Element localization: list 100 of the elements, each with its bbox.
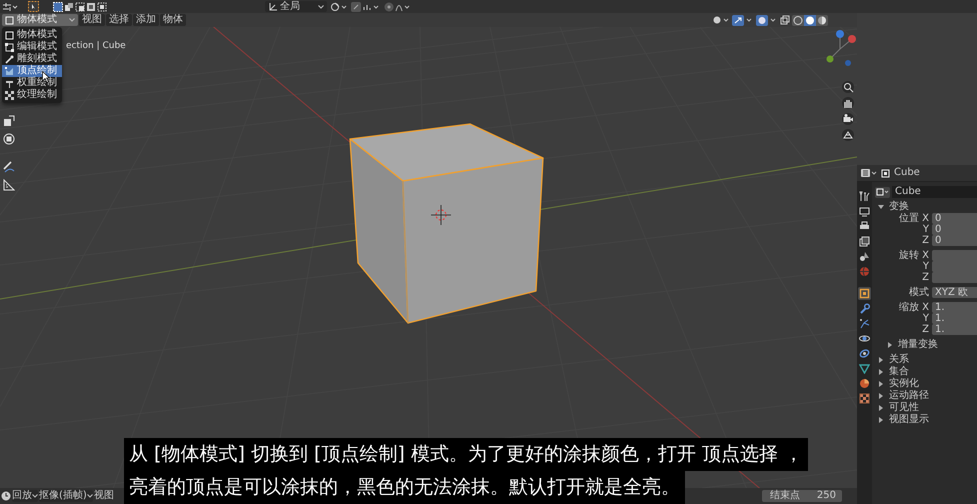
shading-modes-icon[interactable]	[792, 14, 828, 26]
mode-menu-item[interactable]: 编辑模式	[2, 41, 62, 53]
properties-tab[interactable]	[858, 317, 871, 330]
property-label: Y	[922, 224, 930, 235]
triangle-icon	[859, 363, 870, 374]
measure-tool-icon[interactable]	[3, 179, 15, 191]
disclosure-triangle-icon[interactable]	[887, 342, 893, 348]
transform-tool-icon[interactable]	[3, 133, 15, 145]
select-tool-icon[interactable]	[28, 1, 39, 12]
visibility-icon[interactable]	[712, 14, 730, 26]
mode-menu-item[interactable]: 顶点绘制	[2, 65, 62, 77]
caret-icon	[69, 18, 75, 22]
disclosure-triangle-icon[interactable]	[878, 393, 884, 399]
property-label: 位置 X	[898, 213, 930, 224]
panel-header[interactable]: 视图显示	[875, 414, 977, 426]
orientation-dropdown[interactable]: 全局	[265, 1, 327, 12]
property-field[interactable]: 0	[932, 235, 977, 246]
proportional-edit-icon[interactable]	[384, 2, 412, 12]
header-menu-item[interactable]: 添加	[133, 14, 159, 26]
property-field[interactable]: 1.	[932, 324, 977, 335]
property-field[interactable]: 0	[932, 224, 977, 235]
globe-icon	[859, 266, 870, 277]
mode-dropdown[interactable]: 物体模式	[2, 14, 78, 26]
select-subtract-icon[interactable]	[75, 2, 85, 12]
property-field[interactable]: 1.	[932, 313, 977, 324]
image-stack-icon	[859, 236, 870, 247]
object-data-icon[interactable]	[875, 186, 890, 198]
rings-icon	[859, 348, 870, 359]
panel-header[interactable]: 集合	[875, 366, 977, 378]
disclosure-triangle-icon[interactable]	[878, 417, 884, 423]
property-field[interactable]: 0	[932, 213, 977, 224]
particles-icon	[859, 318, 870, 329]
clock-icon[interactable]	[1, 491, 11, 501]
mode-menu-item[interactable]: 物体模式	[2, 29, 62, 41]
properties-tab[interactable]	[858, 392, 871, 405]
panel-header[interactable]: 变换	[875, 201, 977, 213]
pivot-icon[interactable]	[330, 2, 348, 12]
select-invert-icon[interactable]	[86, 2, 96, 12]
snap-icon[interactable]	[351, 2, 381, 12]
editor-type-icon[interactable]	[2, 2, 18, 12]
axes-icon	[268, 2, 278, 12]
property-field[interactable]	[932, 250, 977, 261]
header-menu-item[interactable]: 物体	[160, 14, 186, 26]
shapes-icon	[859, 251, 870, 262]
select-extend-icon[interactable]	[64, 2, 74, 12]
header-menu-item[interactable]: 选择	[106, 14, 132, 26]
disclosure-triangle-icon[interactable]	[878, 369, 884, 375]
timeline-menu[interactable]: 回放	[12, 490, 38, 502]
scale-tool-icon[interactable]	[3, 115, 15, 127]
select-intersect-icon[interactable]	[97, 2, 107, 12]
disclosure-triangle-icon[interactable]	[878, 357, 884, 363]
disclosure-triangle-icon[interactable]	[878, 405, 884, 411]
checker-icon	[5, 90, 14, 100]
object-name-text: Cube	[894, 167, 920, 179]
zoom-icon[interactable]	[842, 81, 854, 93]
properties-tab[interactable]	[858, 287, 871, 300]
properties-tab[interactable]	[858, 362, 871, 375]
camera-icon[interactable]	[842, 113, 854, 125]
gizmo-toggle-icon[interactable]	[732, 14, 754, 26]
properties-tab[interactable]	[858, 377, 871, 390]
property-field[interactable]	[932, 272, 977, 283]
brush-icon	[5, 54, 14, 64]
select-new-icon[interactable]	[53, 2, 63, 12]
xray-icon[interactable]	[780, 15, 790, 25]
disclosure-triangle-icon[interactable]	[878, 204, 884, 210]
wrench-icon	[859, 303, 870, 314]
properties-tab[interactable]	[858, 235, 871, 248]
property-field[interactable]: 1.	[932, 302, 977, 313]
object-name-field[interactable]: Cube	[892, 186, 977, 198]
panel-header[interactable]: 可见性	[875, 402, 977, 414]
caret-icon	[318, 4, 324, 8]
mode-menu-item[interactable]: 纹理绘制	[2, 89, 62, 101]
panel-header[interactable]: 关系	[875, 354, 977, 366]
property-field[interactable]: XYZ 欧	[932, 287, 977, 298]
object-icon	[881, 168, 890, 178]
property-label: 缩放 X	[898, 302, 930, 313]
mode-menu-item[interactable]: 雕刻模式	[2, 53, 62, 65]
header-menu-item[interactable]: 视图	[79, 14, 105, 26]
properties-tab[interactable]	[858, 205, 871, 218]
annotate-tool-icon[interactable]	[3, 161, 15, 173]
end-frame-field[interactable]: 250	[802, 490, 842, 502]
printer-icon	[859, 221, 870, 232]
tools-icon	[859, 191, 870, 202]
timeline-menu[interactable]: 视图	[94, 490, 114, 502]
checker-icon	[859, 393, 870, 404]
properties-tab[interactable]	[858, 302, 871, 315]
caret-icon	[86, 494, 93, 498]
panel-header[interactable]: 实例化	[875, 378, 977, 390]
panel-header[interactable]: 运动路径	[875, 390, 977, 402]
paint-triangle-icon	[5, 66, 14, 76]
timeline-menu[interactable]: 抠像(插帧)	[39, 490, 93, 502]
editor-type-icon[interactable]	[861, 168, 877, 178]
overlay-toggle-icon[interactable]	[756, 14, 778, 26]
property-label: Z	[921, 272, 930, 283]
properties-tab[interactable]	[858, 347, 871, 360]
disclosure-triangle-icon[interactable]	[878, 381, 884, 387]
object-mode-icon	[5, 16, 14, 24]
3d-cursor-icon	[430, 204, 452, 226]
subpanel-header[interactable]: 增量变换	[875, 339, 977, 351]
properties-tab[interactable]	[858, 250, 871, 263]
